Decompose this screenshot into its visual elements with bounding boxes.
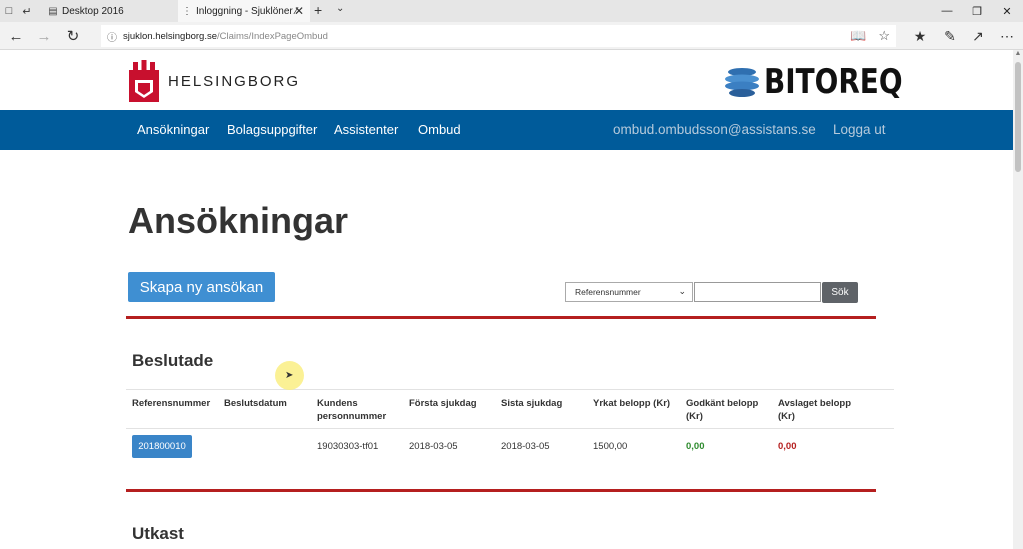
column-header: Referensnummer (132, 398, 211, 409)
close-window-icon[interactable]: ✕ (991, 0, 1023, 22)
reading-view-icon[interactable]: 📖 (850, 28, 866, 44)
table-border (126, 389, 894, 390)
search-input[interactable] (694, 282, 821, 302)
table-cell-claimed: 1500,00 (593, 441, 628, 452)
address-bar: ← → ↻ ⓘ sjuklon.helsingborg.se/Claims/In… (0, 22, 1023, 50)
url-domain: sjuklon.helsingborg.se (123, 30, 218, 42)
table-border (126, 428, 894, 429)
column-header: Sista sjukdag (501, 398, 563, 409)
select-value: Referensnummer (575, 287, 641, 297)
search-button[interactable]: Sök (822, 282, 858, 303)
globe-logo-icon (725, 68, 759, 97)
tab-desktop-2016[interactable]: ▤ Desktop 2016 (44, 0, 178, 22)
page-viewport: HELSINGBORG BITOREQ Ansökningar Bolagsup… (0, 50, 1013, 549)
table-cell-first-sick-day: 2018-03-05 (409, 441, 458, 452)
tab-label: Inloggning - Sjuklöner ⁄ (196, 5, 298, 17)
more-icon[interactable]: ⋯ (997, 26, 1017, 46)
url-field[interactable]: ⓘ sjuklon.helsingborg.se/Claims/IndexPag… (101, 25, 896, 47)
minimize-icon[interactable]: — (931, 0, 963, 22)
section-divider (126, 316, 876, 319)
tab-inloggning[interactable]: ⋮ Inloggning - Sjuklöner ⁄ ✕ (178, 0, 310, 22)
favorites-icon[interactable]: ★ (910, 26, 930, 46)
page-icon: ▤ (48, 5, 58, 17)
section-divider (126, 489, 876, 492)
column-header: Kundens personnummer (317, 398, 387, 422)
main-nav: Ansökningar Bolagsuppgifter Assistenter … (0, 110, 1013, 150)
user-email-link[interactable]: ombud.ombudsson@assistans.se (613, 110, 816, 150)
site-header: HELSINGBORG BITOREQ (0, 50, 1013, 110)
info-icon: ⓘ (107, 32, 117, 44)
reference-number-button[interactable]: 201800010 (132, 435, 192, 458)
column-header: Yrkat belopp (Kr) (593, 398, 671, 409)
bitoreq-logo: BITOREQ (724, 62, 933, 102)
favorite-star-icon[interactable]: ☆ (878, 28, 890, 44)
section-title-draft: Utkast (132, 524, 184, 543)
helsingborg-crest-icon[interactable] (129, 60, 159, 102)
refresh-icon[interactable]: ↻ (62, 26, 84, 46)
scroll-thumb[interactable] (1015, 62, 1021, 172)
forward-icon[interactable]: → (33, 26, 55, 46)
column-header: Beslutsdatum (224, 398, 287, 409)
close-tab-icon[interactable]: ✕ (294, 4, 304, 18)
bitoreq-wordmark: BITOREQ (764, 62, 903, 102)
nav-item-ombud[interactable]: Ombud (418, 110, 461, 150)
nav-item-ansokningar[interactable]: Ansökningar (137, 110, 209, 150)
column-header: Första sjukdag (409, 398, 477, 409)
nav-item-bolagsuppgifter[interactable]: Bolagsuppgifter (227, 110, 317, 150)
create-application-button[interactable]: Skapa ny ansökan (128, 272, 275, 302)
chevron-down-icon: ⌄ (678, 286, 686, 296)
pen-icon[interactable]: ✎ (940, 26, 960, 46)
search-field-select[interactable]: Referensnummer ⌄ (565, 282, 693, 302)
column-header: Avslaget belopp (Kr) (778, 398, 852, 422)
table-cell-approved: 0,00 (686, 441, 705, 452)
section-title-decided: Beslutade (132, 351, 214, 370)
tab-list-icon[interactable]: □ (0, 0, 18, 22)
logout-link[interactable]: Logga ut (833, 110, 886, 150)
new-tab-icon[interactable]: + (314, 2, 322, 18)
scroll-up-icon[interactable]: ▲ (1014, 50, 1022, 60)
page-title: Ansökningar (128, 200, 349, 241)
column-header: Godkänt belopp (Kr) (686, 398, 759, 422)
page-scrollbar[interactable]: ▲ (1013, 50, 1023, 549)
nav-item-assistenter[interactable]: Assistenter (334, 110, 398, 150)
table-cell-rejected: 0,00 (778, 441, 797, 452)
back-icon[interactable]: ← (5, 26, 27, 46)
chevron-down-icon[interactable]: ⌄ (336, 3, 344, 14)
brand-name: HELSINGBORG (168, 73, 301, 90)
table-cell-customer-id: 19030303-tf01 (317, 441, 379, 452)
share-icon[interactable]: ↗ (968, 26, 988, 46)
restore-icon[interactable]: ❐ (961, 0, 993, 22)
url-path: /Claims/IndexPageOmbud (217, 30, 328, 42)
browser-chrome: □ ↵ ▤ Desktop 2016 ⋮ Inloggning - Sjuklö… (0, 0, 1023, 50)
table-cell-last-sick-day: 2018-03-05 (501, 441, 550, 452)
set-aside-tabs-icon[interactable]: ↵ (18, 0, 36, 22)
mouse-cursor-icon: ➤ (285, 370, 294, 381)
loading-icon: ⋮ (182, 5, 192, 17)
tab-label: Desktop 2016 (62, 5, 124, 17)
